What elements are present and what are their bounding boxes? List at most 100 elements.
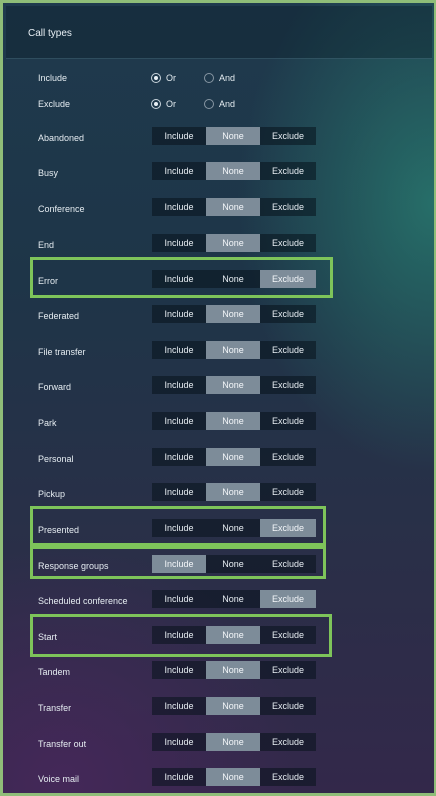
option-exclude-button[interactable]: Exclude [260,127,316,145]
option-include-button[interactable]: Include [152,305,206,323]
row-label: Federated [38,311,80,321]
option-exclude-button[interactable]: Exclude [260,234,316,252]
option-none-button[interactable]: None [206,412,260,430]
option-include-button[interactable]: Include [152,768,206,786]
panel-header: Call types [6,6,432,59]
option-none-button[interactable]: None [206,626,260,644]
option-exclude-button[interactable]: Exclude [260,412,316,430]
exclude-or-radio[interactable]: Or [151,97,176,111]
tri-state-toggle: Include None Exclude [152,270,316,288]
row-label: Tandem [38,667,71,677]
option-none-button[interactable]: None [206,733,260,751]
option-exclude-button[interactable]: Exclude [260,270,316,288]
option-exclude-button[interactable]: Exclude [260,483,316,501]
option-include-button[interactable]: Include [152,234,206,252]
option-exclude-button[interactable]: Exclude [260,448,316,466]
option-none-button[interactable]: None [206,483,260,501]
option-include-button[interactable]: Include [152,412,206,430]
option-include-button[interactable]: Include [152,555,206,573]
tri-state-toggle: Include None Exclude [152,234,316,252]
option-none-button[interactable]: None [206,341,260,359]
option-include-button[interactable]: Include [152,697,206,715]
row-label: Scheduled conference [38,596,128,606]
option-exclude-button[interactable]: Exclude [260,198,316,216]
exclude-and-label: And [219,99,236,109]
option-exclude-button[interactable]: Exclude [260,590,316,608]
row-label: Park [38,418,57,428]
option-include-button[interactable]: Include [152,162,206,180]
option-none-button[interactable]: None [206,127,260,145]
tri-state-toggle: Include None Exclude [152,697,316,715]
row-label: Abandoned [38,133,85,143]
option-exclude-button[interactable]: Exclude [260,768,316,786]
tri-state-toggle: Include None Exclude [152,590,316,608]
call-types-panel: Call types Include Or And Exclude Or And… [0,0,436,796]
option-include-button[interactable]: Include [152,661,206,679]
option-none-button[interactable]: None [206,376,260,394]
option-exclude-button[interactable]: Exclude [260,162,316,180]
option-exclude-button[interactable]: Exclude [260,661,316,679]
option-include-button[interactable]: Include [152,270,206,288]
option-include-button[interactable]: Include [152,376,206,394]
tri-state-toggle: Include None Exclude [152,198,316,216]
row-label: Transfer out [38,739,87,749]
option-none-button[interactable]: None [206,305,260,323]
option-exclude-button[interactable]: Exclude [260,626,316,644]
option-none-button[interactable]: None [206,555,260,573]
option-include-button[interactable]: Include [152,519,206,537]
row-label: Personal [38,454,74,464]
option-none-button[interactable]: None [206,448,260,466]
tri-state-toggle: Include None Exclude [152,768,316,786]
row-label: File transfer [38,347,86,357]
row-label: Start [38,632,58,642]
option-none-button[interactable]: None [206,234,260,252]
option-none-button[interactable]: None [206,162,260,180]
option-include-button[interactable]: Include [152,127,206,145]
exclude-and-radio[interactable]: And [204,97,235,111]
option-none-button[interactable]: None [206,590,260,608]
radio-unselected-icon [204,99,214,109]
tri-state-toggle: Include None Exclude [152,412,316,430]
option-exclude-button[interactable]: Exclude [260,697,316,715]
option-include-button[interactable]: Include [152,341,206,359]
option-exclude-button[interactable]: Exclude [260,519,316,537]
panel-title: Call types [28,28,72,39]
row-label: Transfer [38,703,72,713]
row-label: Presented [38,525,80,535]
option-exclude-button[interactable]: Exclude [260,555,316,573]
option-exclude-button[interactable]: Exclude [260,341,316,359]
option-include-button[interactable]: Include [152,626,206,644]
option-exclude-button[interactable]: Exclude [260,733,316,751]
option-exclude-button[interactable]: Exclude [260,376,316,394]
option-none-button[interactable]: None [206,519,260,537]
option-none-button[interactable]: None [206,270,260,288]
include-and-label: And [219,73,236,83]
option-include-button[interactable]: Include [152,198,206,216]
tri-state-toggle: Include None Exclude [152,626,316,644]
option-include-button[interactable]: Include [152,483,206,501]
include-or-radio[interactable]: Or [151,71,176,85]
row-label: Error [38,276,58,286]
row-label: Response groups [38,561,109,571]
include-and-radio[interactable]: And [204,71,235,85]
tri-state-toggle: Include None Exclude [152,341,316,359]
option-none-button[interactable]: None [206,661,260,679]
row-label: Forward [38,382,72,392]
tri-state-toggle: Include None Exclude [152,376,316,394]
tri-state-toggle: Include None Exclude [152,448,316,466]
tri-state-toggle: Include None Exclude [152,127,316,145]
tri-state-toggle: Include None Exclude [152,483,316,501]
row-label: Conference [38,204,85,214]
option-exclude-button[interactable]: Exclude [260,305,316,323]
option-none-button[interactable]: None [206,768,260,786]
row-label: End [38,240,55,250]
radio-selected-icon [151,73,161,83]
exclude-or-label: Or [166,99,176,109]
tri-state-toggle: Include None Exclude [152,519,316,537]
option-include-button[interactable]: Include [152,733,206,751]
option-include-button[interactable]: Include [152,448,206,466]
option-include-button[interactable]: Include [152,590,206,608]
option-none-button[interactable]: None [206,697,260,715]
option-none-button[interactable]: None [206,198,260,216]
row-label: Pickup [38,489,66,499]
